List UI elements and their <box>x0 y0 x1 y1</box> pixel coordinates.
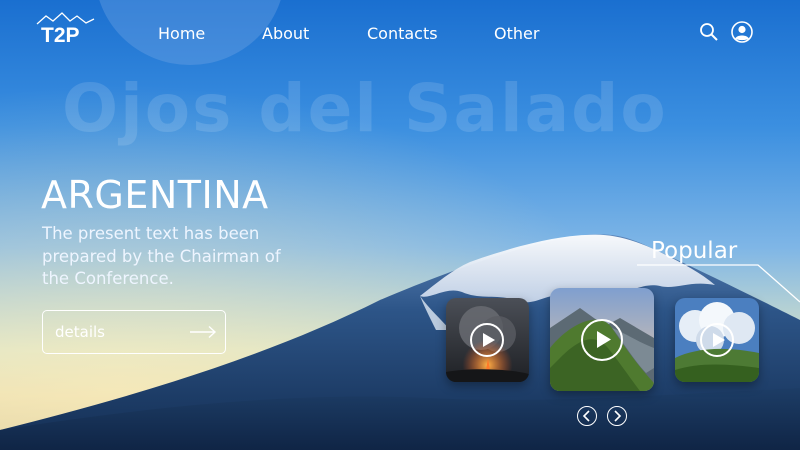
nav-other[interactable]: Other <box>494 24 539 43</box>
popular-label: Popular <box>651 238 738 264</box>
arrow-right-icon <box>190 325 217 339</box>
chevron-left-icon <box>582 410 590 422</box>
popular-card-clouds-hills[interactable] <box>675 298 759 382</box>
popular-card-green-volcano[interactable] <box>550 288 654 391</box>
nav-contacts[interactable]: Contacts <box>367 24 438 43</box>
logo-text: T2P <box>41 24 80 47</box>
nav-home[interactable]: Home <box>158 24 205 43</box>
chevron-right-icon <box>614 410 622 422</box>
details-button[interactable]: details <box>42 310 226 354</box>
user-icon[interactable] <box>731 21 753 43</box>
logo[interactable]: T2P <box>36 12 96 48</box>
popular-card-volcano-eruption[interactable] <box>446 298 529 382</box>
play-button[interactable] <box>470 323 504 357</box>
nav-about[interactable]: About <box>262 24 309 43</box>
page: Ojos del Salado T2P Home About Contacts … <box>0 0 800 450</box>
play-icon <box>597 331 611 348</box>
hero-title: ARGENTINA <box>41 173 269 217</box>
hero-description: The present text has been prepared by th… <box>42 224 281 288</box>
play-button[interactable] <box>700 323 734 357</box>
carousel-next-button[interactable] <box>607 406 627 426</box>
play-icon <box>713 333 725 347</box>
details-button-label: details <box>55 323 105 341</box>
search-icon[interactable] <box>699 22 719 42</box>
play-button[interactable] <box>581 319 623 361</box>
play-icon <box>483 333 495 347</box>
carousel-prev-button[interactable] <box>577 406 597 426</box>
